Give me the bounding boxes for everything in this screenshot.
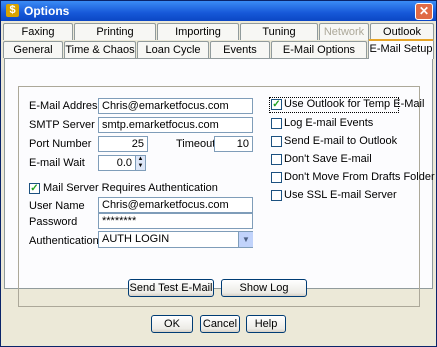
use-outlook-temp-label: Use Outlook for Temp E-Mail <box>284 98 425 110</box>
send-email-outlook-label: Send E-mail to Outlook <box>284 135 398 147</box>
chevron-down-icon[interactable]: ▼ <box>238 232 253 247</box>
dont-move-drafts-checkbox[interactable] <box>271 172 282 183</box>
tab-general[interactable]: General <box>3 41 63 58</box>
tab-email-options[interactable]: E-Mail Options <box>271 41 367 58</box>
tab-email-setup[interactable]: E-Mail Setup <box>368 39 434 59</box>
send-test-email-button[interactable]: Send Test E-Mail <box>128 279 214 297</box>
tab-loan-cycle[interactable]: Loan Cycle <box>137 41 209 58</box>
close-icon[interactable]: ✕ <box>415 3 433 20</box>
log-email-events-label: Log E-mail Events <box>284 117 374 129</box>
smtp-server-label: SMTP Server <box>29 119 95 131</box>
auth-required-label: Mail Server Requires Authentication <box>43 182 218 194</box>
dont-save-email-label: Don't Save E-mail <box>284 153 372 165</box>
send-email-outlook-checkbox[interactable] <box>271 136 282 147</box>
use-outlook-temp-checkbox[interactable]: ✓ <box>271 99 282 110</box>
authentication-value: AUTH LOGIN <box>102 233 170 245</box>
port-number-field[interactable] <box>98 136 148 152</box>
window-title: Options <box>24 4 70 18</box>
auth-required-checkbox[interactable]: ✓ <box>29 183 40 194</box>
tab-importing[interactable]: Importing <box>157 23 239 40</box>
email-address-field[interactable] <box>98 98 253 114</box>
show-log-button[interactable]: Show Log <box>221 279 307 297</box>
tab-time-chaos[interactable]: Time & Chaos <box>64 41 136 58</box>
port-number-label: Port Number <box>29 138 92 150</box>
tab-events[interactable]: Events <box>210 41 270 58</box>
dont-save-email-checkbox[interactable] <box>271 154 282 165</box>
timeout-label: Timeout <box>176 138 216 150</box>
tab-tuning[interactable]: Tuning <box>240 23 318 40</box>
email-wait-spinner[interactable]: ▲ ▼ <box>135 155 146 171</box>
email-address-label: E-Mail Address <box>29 100 103 112</box>
username-label: User Name <box>29 200 85 212</box>
dont-move-drafts-label: Don't Move From Drafts Folder <box>284 171 435 183</box>
tab-printing[interactable]: Printing <box>74 23 156 40</box>
username-field[interactable] <box>98 197 253 213</box>
ok-button[interactable]: OK <box>151 315 193 333</box>
use-ssl-label: Use SSL E-mail Server <box>284 189 397 201</box>
cancel-button[interactable]: Cancel <box>200 315 240 333</box>
password-label: Password <box>29 216 78 228</box>
password-field[interactable] <box>98 213 253 229</box>
authentication-label: Authentication <box>29 235 99 247</box>
options-window: $ Options ✕ Faxing Printing Importing Tu… <box>0 0 437 347</box>
help-button[interactable]: Help <box>246 315 286 333</box>
tab-outlook[interactable]: Outlook <box>370 23 434 40</box>
email-wait-field[interactable] <box>98 155 136 171</box>
log-email-events-checkbox[interactable] <box>271 118 282 129</box>
dollar-icon: $ <box>6 4 19 17</box>
use-ssl-checkbox[interactable] <box>271 190 282 201</box>
title-bar[interactable]: $ Options ✕ <box>1 1 436 21</box>
tab-network: Network <box>319 23 369 40</box>
smtp-server-field[interactable] <box>98 117 253 133</box>
timeout-field[interactable] <box>214 136 253 152</box>
email-wait-label: E-mail Wait <box>29 157 85 169</box>
tab-faxing[interactable]: Faxing <box>3 23 73 40</box>
authentication-select[interactable]: AUTH LOGIN <box>98 231 253 248</box>
